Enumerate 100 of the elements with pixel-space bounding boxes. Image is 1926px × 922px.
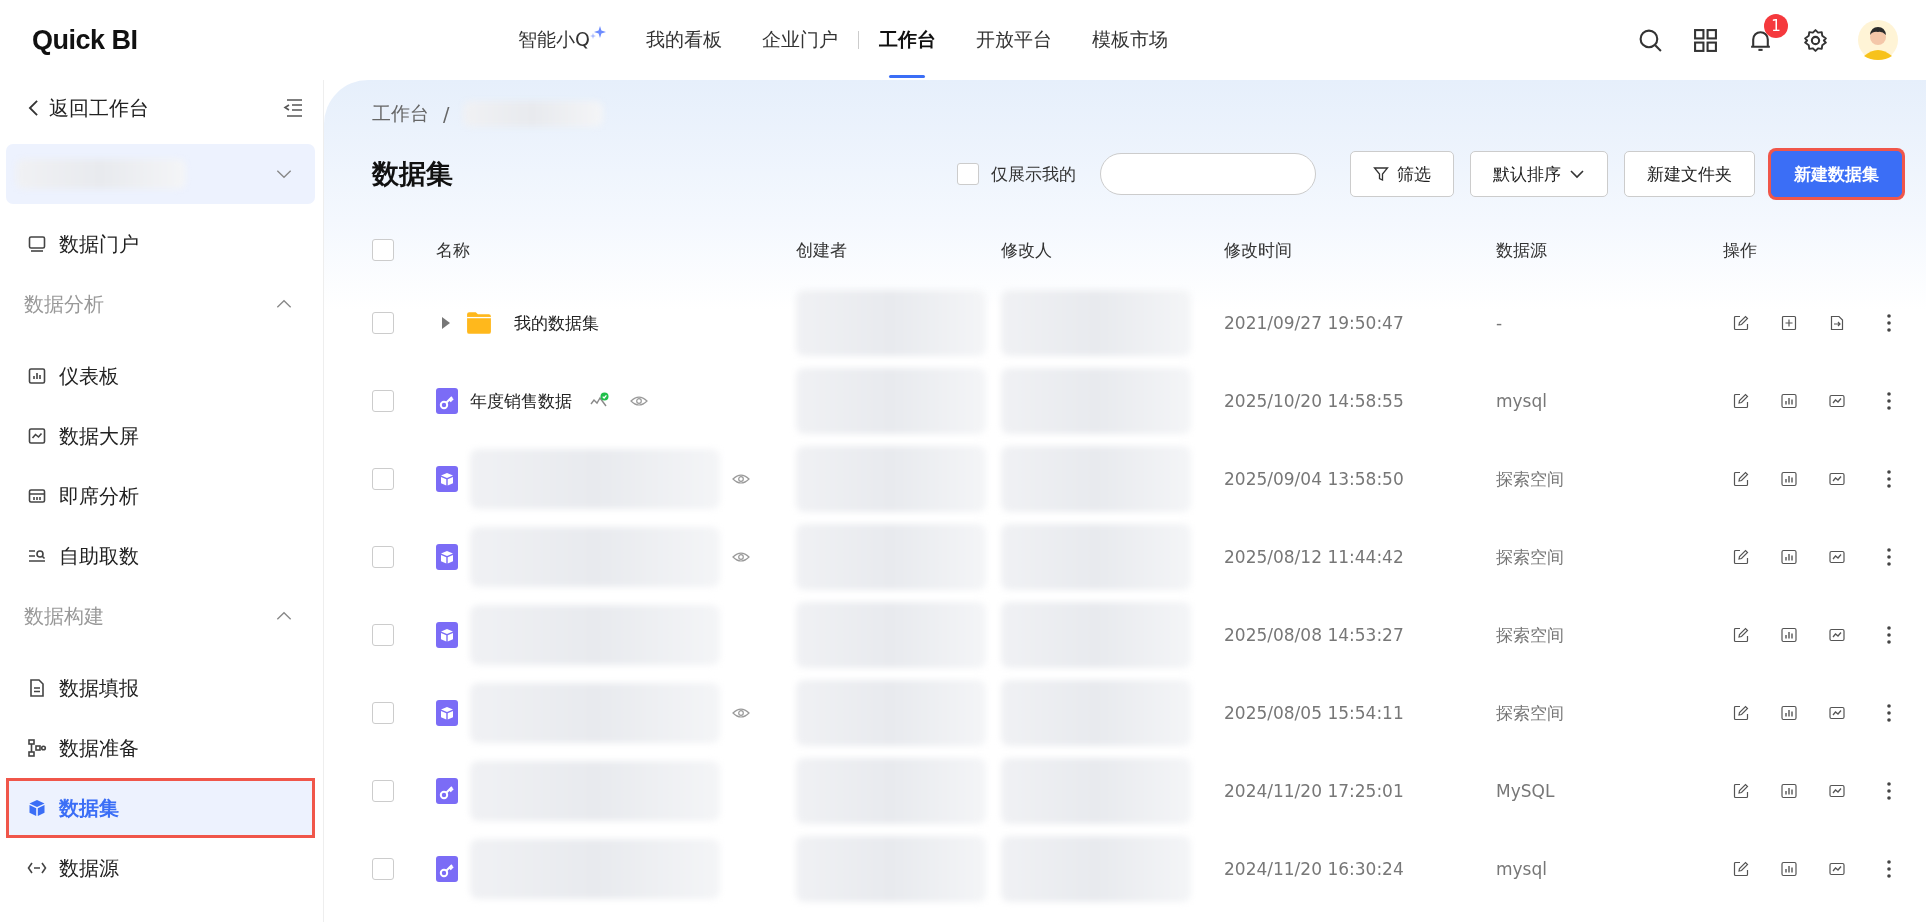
edit-icon[interactable] xyxy=(1733,315,1749,331)
more-icon[interactable] xyxy=(1887,314,1891,332)
toolbar-button[interactable]: 默认排序 xyxy=(1470,151,1608,197)
dataset-name[interactable]: 年度销售数据 xyxy=(470,389,572,413)
edit-icon[interactable] xyxy=(1733,471,1749,487)
column-header: 操作 xyxy=(1723,239,1757,260)
more-icon[interactable] xyxy=(1887,782,1891,800)
only-mine-checkbox[interactable]: 仅展示我的 xyxy=(957,162,1076,186)
nav-tab[interactable]: 企业门户 xyxy=(761,0,838,80)
edit-icon[interactable] xyxy=(1733,393,1749,409)
cube-icon xyxy=(27,798,47,818)
chevron-up-icon xyxy=(275,611,293,621)
modified-time: 2025/08/08 14:53:27 xyxy=(1224,625,1404,645)
bar-chart-icon[interactable] xyxy=(1781,783,1797,799)
row-checkbox[interactable] xyxy=(372,858,394,880)
toolbar-button[interactable]: 新建文件夹 xyxy=(1624,151,1755,197)
back-link[interactable]: 返回工作台 xyxy=(28,94,149,122)
sidebar-item[interactable]: 数据准备 xyxy=(6,718,315,778)
bar-chart-icon[interactable] xyxy=(1781,393,1797,409)
eye-icon[interactable] xyxy=(732,473,750,485)
row-checkbox[interactable] xyxy=(372,390,394,412)
modified-time: 2021/09/27 19:50:47 xyxy=(1224,313,1404,333)
more-icon[interactable] xyxy=(1887,860,1891,878)
settings-icon[interactable] xyxy=(1803,27,1828,53)
edit-icon[interactable] xyxy=(1733,627,1749,643)
more-icon[interactable] xyxy=(1887,392,1891,410)
nav-tab[interactable]: 工作台 xyxy=(878,0,936,80)
filter-icon xyxy=(1373,166,1389,182)
data-source: 探索空间 xyxy=(1496,468,1564,489)
bar-chart-icon[interactable] xyxy=(1781,627,1797,643)
row-checkbox[interactable] xyxy=(372,546,394,568)
more-icon[interactable] xyxy=(1887,548,1891,566)
line-chart-icon[interactable] xyxy=(1829,783,1845,799)
dataset-name[interactable]: 我的数据集 xyxy=(514,311,599,335)
bar-chart-icon xyxy=(27,366,47,386)
bar-chart-icon[interactable] xyxy=(1781,471,1797,487)
flow-icon xyxy=(27,738,47,758)
row-checkbox[interactable] xyxy=(372,702,394,724)
data-source: 探索空间 xyxy=(1496,546,1564,567)
add-icon[interactable] xyxy=(1781,315,1797,331)
more-icon[interactable] xyxy=(1887,626,1891,644)
toolbar-button[interactable]: 新建数据集 xyxy=(1771,151,1902,197)
page-title: 数据集 xyxy=(372,157,453,191)
column-header: 创建者 xyxy=(796,239,847,260)
sidebar-item[interactable]: 仪表板 xyxy=(6,346,315,406)
nav-tab[interactable]: 智能小Q xyxy=(518,0,606,80)
line-chart-icon[interactable] xyxy=(1829,627,1845,643)
row-checkbox[interactable] xyxy=(372,468,394,490)
row-checkbox[interactable] xyxy=(372,780,394,802)
edit-icon[interactable] xyxy=(1733,783,1749,799)
edit-icon[interactable] xyxy=(1733,705,1749,721)
search-field[interactable] xyxy=(1100,153,1316,195)
nav-tab[interactable]: 我的看板 xyxy=(645,0,722,80)
sidebar-item[interactable]: 即席分析 xyxy=(6,466,315,526)
line-chart-icon[interactable] xyxy=(1829,471,1845,487)
more-icon[interactable] xyxy=(1887,704,1891,722)
line-chart-icon[interactable] xyxy=(1829,549,1845,565)
move-icon[interactable] xyxy=(1829,315,1845,331)
eye-icon[interactable] xyxy=(732,707,750,719)
data-source: mysql xyxy=(1496,391,1547,411)
nav-tab[interactable]: 模板市场 xyxy=(1091,0,1168,80)
sidebar-item[interactable]: 数据门户 xyxy=(6,214,315,274)
avatar[interactable] xyxy=(1858,20,1898,60)
cube-icon xyxy=(436,544,458,570)
data-source: mysql xyxy=(1496,859,1547,879)
cube-icon xyxy=(436,622,458,648)
chevron-down-icon xyxy=(275,169,293,179)
select-all-checkbox[interactable] xyxy=(372,239,394,261)
line-chart-icon[interactable] xyxy=(1829,705,1845,721)
grid-icon[interactable] xyxy=(1693,27,1718,53)
search-icon[interactable] xyxy=(1638,27,1663,53)
modified-time: 2025/08/05 15:54:11 xyxy=(1224,703,1404,723)
bar-chart-icon[interactable] xyxy=(1781,549,1797,565)
edit-icon[interactable] xyxy=(1733,549,1749,565)
sidebar-item[interactable]: 自助取数 xyxy=(6,526,315,586)
row-checkbox[interactable] xyxy=(372,312,394,334)
data-source: - xyxy=(1496,313,1503,333)
expand-arrow-icon[interactable] xyxy=(442,317,450,329)
modified-time: 2025/10/20 14:58:55 xyxy=(1224,391,1404,411)
cube-icon xyxy=(436,466,458,492)
edit-icon[interactable] xyxy=(1733,861,1749,877)
bar-chart-icon[interactable] xyxy=(1781,861,1797,877)
more-icon[interactable] xyxy=(1887,470,1891,488)
monitor-icon xyxy=(27,234,47,254)
line-chart-icon[interactable] xyxy=(1829,861,1845,877)
sidebar-item[interactable]: 数据源 xyxy=(6,838,315,898)
sidebar-item[interactable]: 数据集 xyxy=(6,778,315,838)
line-chart-icon[interactable] xyxy=(1829,393,1845,409)
bar-chart-icon[interactable] xyxy=(1781,705,1797,721)
collapse-menu-icon[interactable] xyxy=(283,99,303,117)
key-icon xyxy=(436,388,458,414)
modified-time: 2025/08/12 11:44:42 xyxy=(1224,547,1404,567)
breadcrumb-link[interactable]: 工作台 xyxy=(372,101,429,127)
nav-tab[interactable]: 开放平台 xyxy=(975,0,1052,80)
sidebar-item[interactable]: 数据大屏 xyxy=(6,406,315,466)
toolbar-button[interactable]: 筛选 xyxy=(1350,151,1454,197)
sidebar-item[interactable]: 数据填报 xyxy=(6,658,315,718)
eye-icon[interactable] xyxy=(732,551,750,563)
eye-icon[interactable] xyxy=(630,395,648,407)
row-checkbox[interactable] xyxy=(372,624,394,646)
